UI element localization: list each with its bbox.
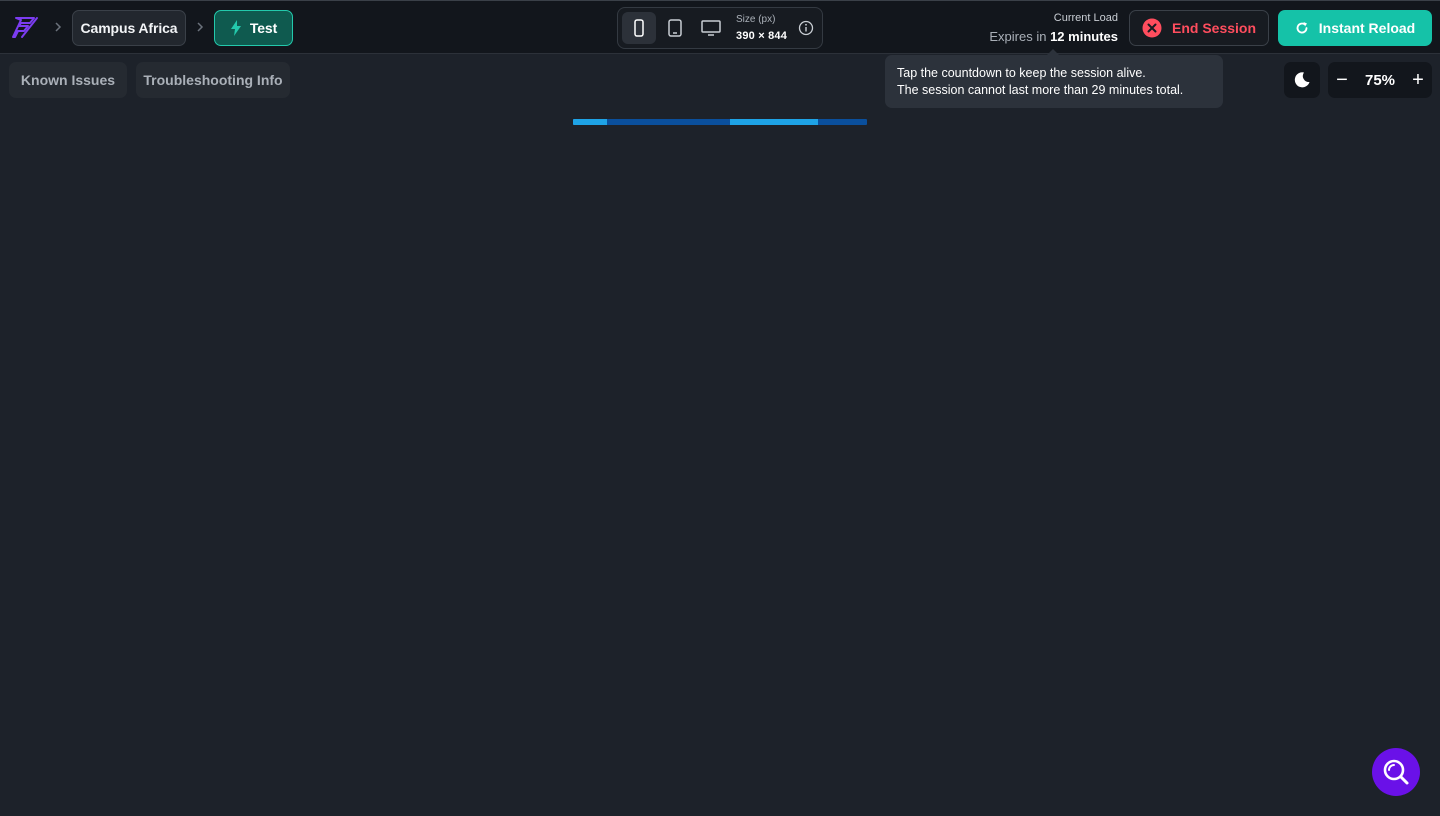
end-session-label: End Session [1171, 20, 1257, 36]
known-issues-button[interactable]: Known Issues [9, 62, 127, 98]
session-countdown[interactable]: Expires in 12 minutes [989, 29, 1118, 44]
info-icon[interactable] [798, 20, 814, 36]
expires-prefix: Expires in [989, 29, 1051, 44]
zoom-in-button[interactable]: + [1404, 62, 1432, 98]
zoom-value: 75% [1364, 71, 1396, 89]
project-label: Campus Africa [80, 20, 178, 36]
search-icon [1383, 759, 1409, 785]
mobile-icon [634, 19, 644, 37]
mobile-device-button[interactable] [622, 12, 656, 44]
search-fab-button[interactable] [1372, 748, 1420, 796]
instant-reload-label: Instant Reload [1318, 20, 1416, 36]
tooltip-line-1: Tap the countdown to keep the session al… [897, 66, 1146, 80]
desktop-device-button[interactable] [694, 12, 728, 44]
current-load-label: Current Load [1053, 12, 1118, 24]
branch-breadcrumb-button[interactable]: Test [214, 10, 293, 46]
loading-progress-bar [573, 119, 867, 125]
instant-reload-button[interactable]: Instant Reload [1278, 10, 1432, 46]
expires-value: 12 minutes [1050, 29, 1118, 44]
known-issues-label: Known Issues [20, 72, 116, 88]
troubleshooting-label: Troubleshooting Info [143, 72, 283, 88]
moon-icon [1294, 72, 1310, 88]
branch-label: Test [249, 20, 278, 36]
chevron-right-icon [55, 22, 62, 32]
session-tooltip: Tap the countdown to keep the session al… [885, 49, 1223, 108]
end-session-button[interactable]: End Session [1129, 10, 1269, 46]
close-circle-icon [1142, 18, 1162, 38]
device-selector: Size (px) 390 × 844 [617, 7, 823, 49]
refresh-icon [1296, 22, 1308, 34]
tablet-device-button[interactable] [658, 12, 692, 44]
size-label: Size (px) [736, 14, 776, 25]
tooltip-line-2: The session cannot last more than 29 min… [897, 83, 1184, 97]
tablet-icon [668, 19, 682, 37]
theme-toggle-button[interactable] [1284, 62, 1320, 98]
troubleshooting-info-button[interactable]: Troubleshooting Info [136, 62, 290, 98]
project-breadcrumb-button[interactable]: Campus Africa [72, 10, 186, 46]
desktop-icon [701, 20, 721, 36]
zoom-out-button[interactable]: − [1328, 62, 1356, 98]
loading-segment [730, 119, 818, 125]
top-bar: Campus Africa Test Size (px) 390 × 844 C… [0, 0, 1440, 54]
size-value: 390 × 844 [736, 30, 788, 42]
flutterflow-logo-icon[interactable] [12, 14, 40, 42]
loading-segment [573, 119, 607, 125]
zoom-control: − 75% + [1328, 62, 1432, 98]
lightning-icon [230, 20, 241, 36]
chevron-right-icon [197, 22, 204, 32]
